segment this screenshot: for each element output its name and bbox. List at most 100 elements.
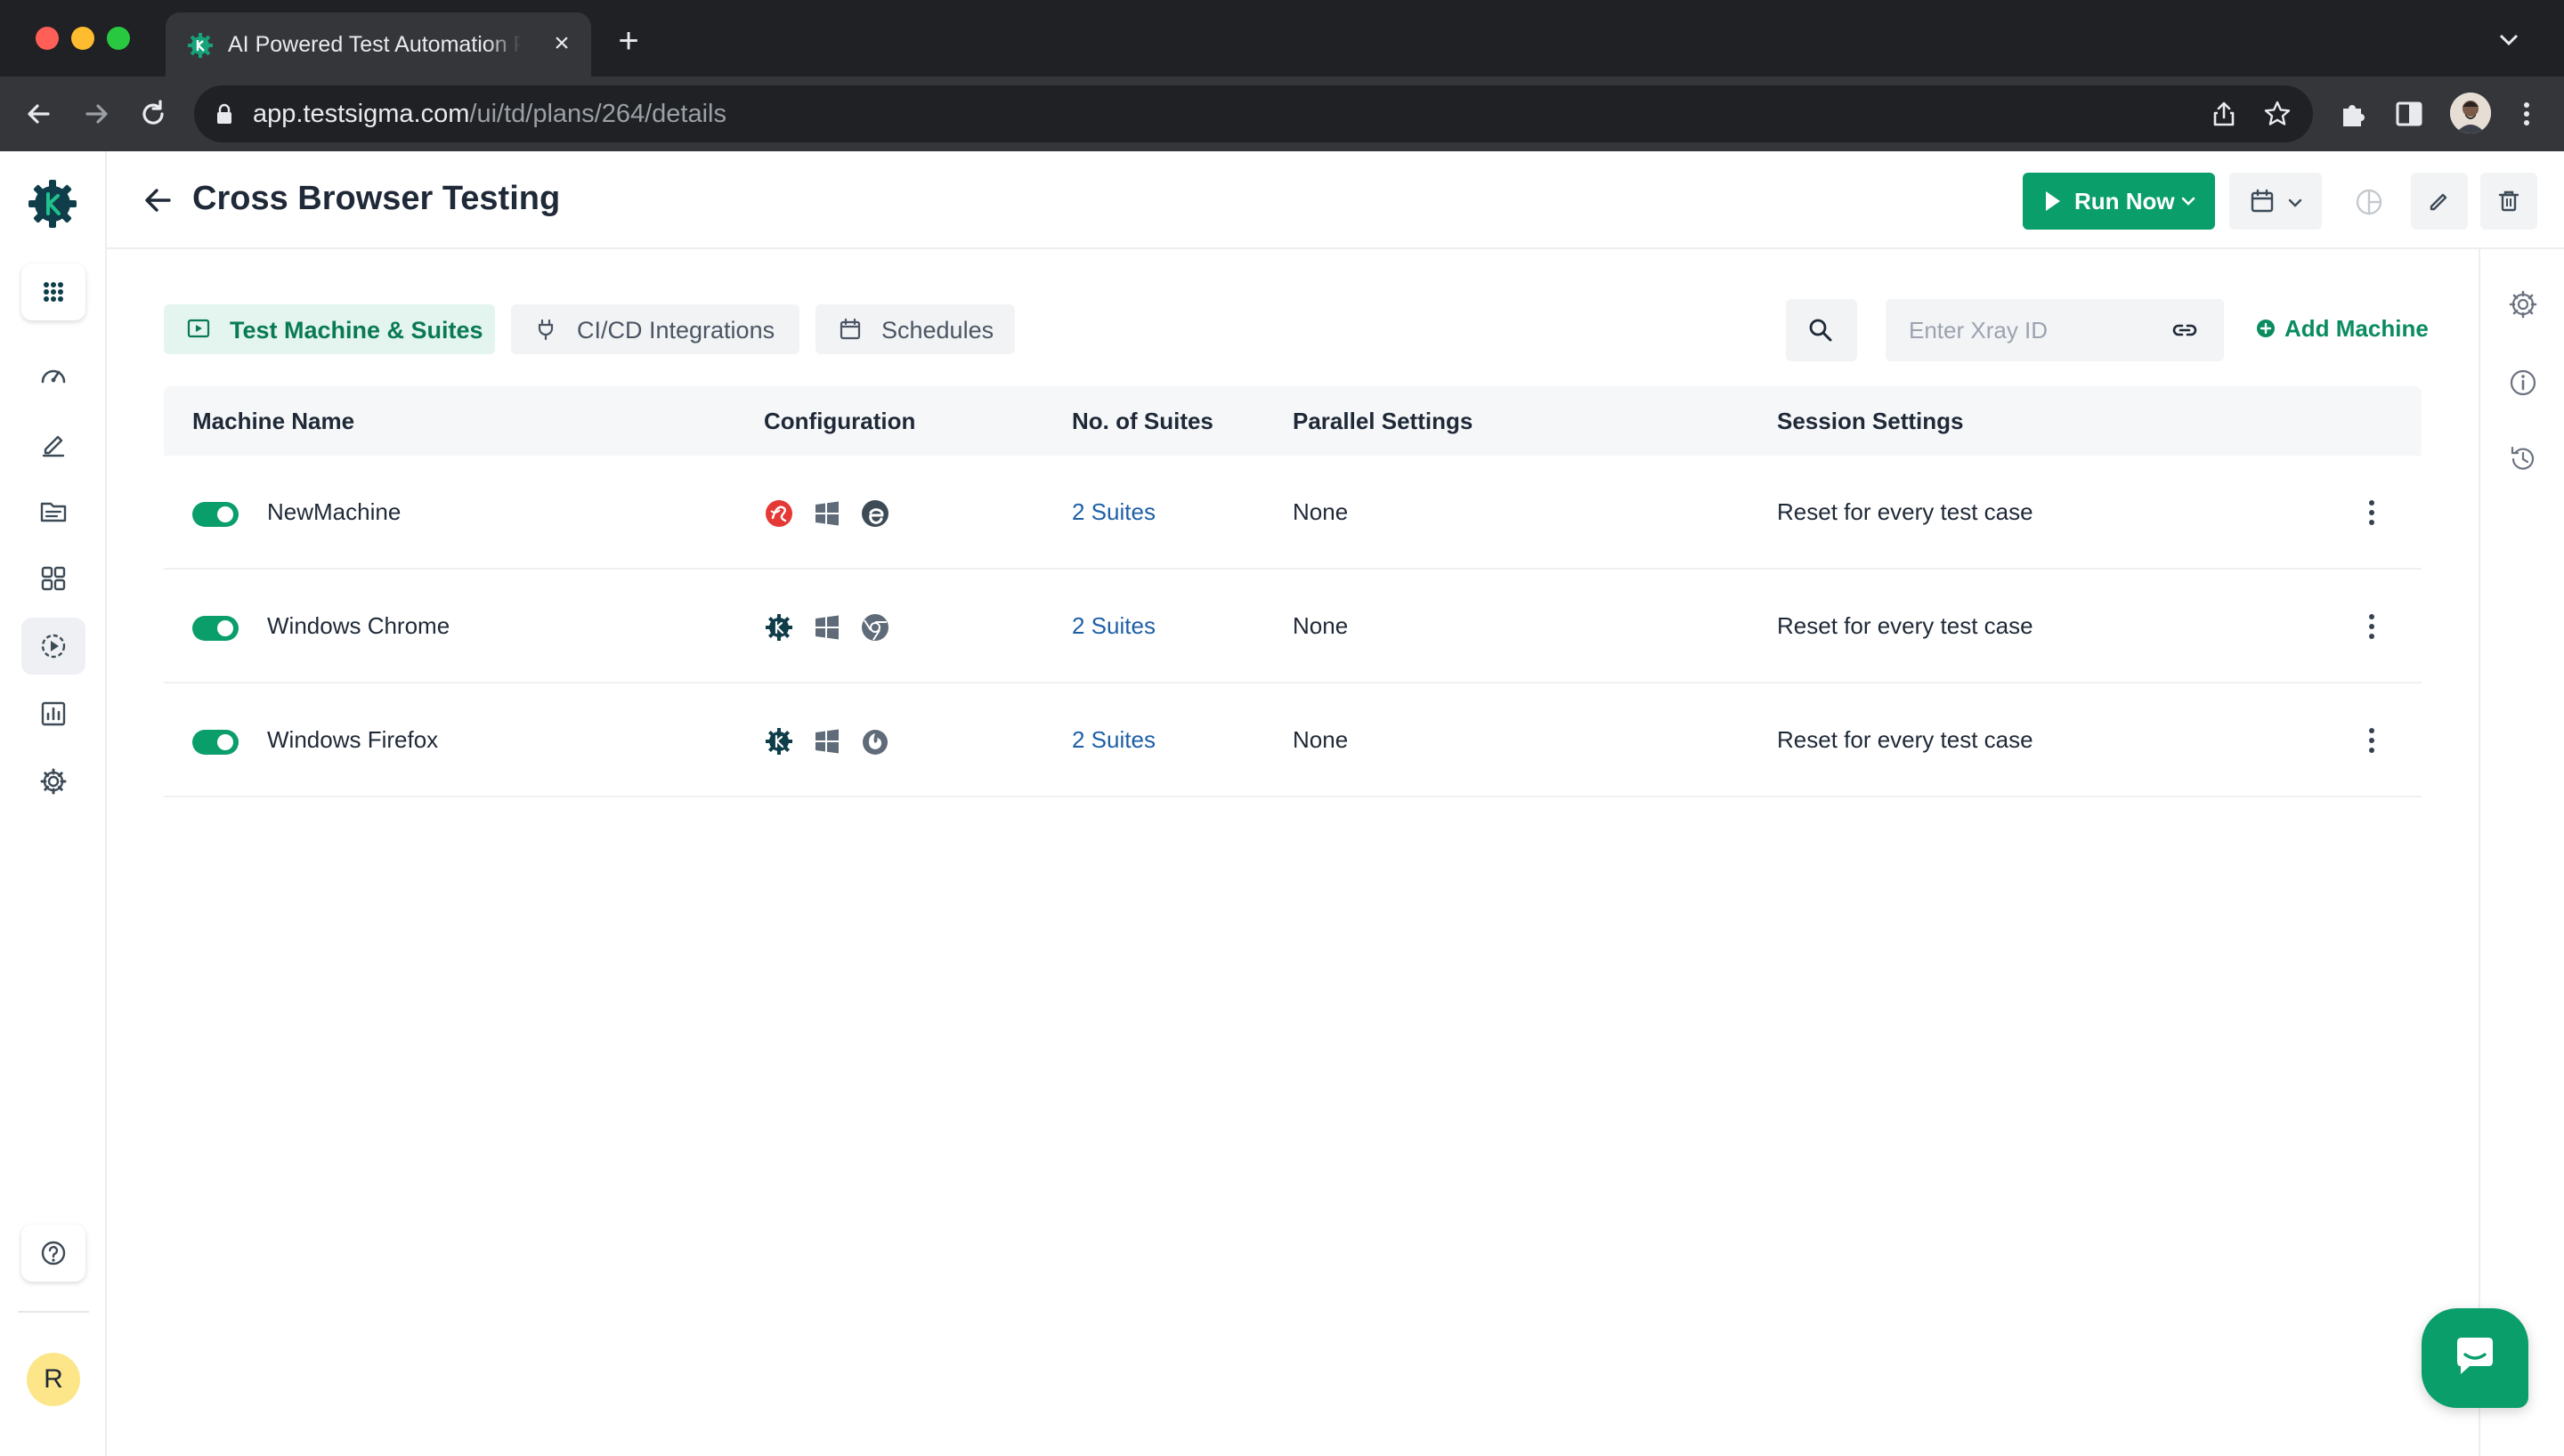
column-header: Parallel Settings (1293, 408, 1473, 434)
plus-circle-icon (2257, 320, 2275, 337)
pencil-icon (2430, 193, 2447, 211)
close-tab-icon[interactable]: × (547, 28, 577, 59)
nav-test-cases[interactable] (21, 415, 85, 472)
close-window-button[interactable] (36, 27, 59, 50)
chevron-down-icon (2288, 198, 2302, 207)
info-icon[interactable] (2507, 367, 2539, 399)
back-arrow-icon[interactable] (139, 182, 176, 219)
table-row[interactable]: Windows Chrome 2 Suites None Reset for e… (164, 570, 2422, 684)
tab-search-chevron-icon[interactable] (2493, 27, 2525, 53)
history-icon[interactable] (2507, 443, 2539, 475)
delete-button[interactable] (2480, 173, 2537, 230)
browser-toolbar: app.testsigma.com/ui/td/plans/264/detail… (0, 77, 2564, 151)
testsigma-logo-icon[interactable] (27, 178, 78, 230)
address-bar[interactable]: app.testsigma.com/ui/td/plans/264/detail… (194, 85, 2313, 142)
table-header: Machine Name Configuration No. of Suites… (164, 386, 2422, 456)
machine-name: Windows Chrome (267, 612, 450, 639)
share-icon[interactable] (2208, 98, 2240, 130)
calendar-icon (2251, 189, 2274, 213)
reload-icon[interactable] (134, 94, 173, 133)
machine-enabled-toggle[interactable] (192, 502, 239, 527)
new-tab-icon[interactable]: + (613, 23, 645, 59)
help-button[interactable] (21, 1225, 85, 1282)
nav-settings[interactable] (21, 753, 85, 810)
run-now-button[interactable]: Run Now (2023, 173, 2215, 230)
column-header: Session Settings (1777, 408, 1964, 434)
page-header: Cross Browser Testing Run Now (107, 151, 2564, 249)
back-icon[interactable] (20, 94, 59, 133)
nav-dashboard[interactable] (21, 347, 85, 404)
minimize-window-button[interactable] (71, 27, 94, 50)
gear-icon (40, 768, 67, 795)
suites-count-link[interactable]: 2 Suites (1072, 498, 1156, 526)
nav-test-data[interactable] (21, 482, 85, 539)
xray-id-input[interactable] (1886, 299, 2153, 361)
table-row[interactable]: Windows Firefox 2 Suites None Reset for … (164, 684, 2422, 797)
page-title: Cross Browser Testing (192, 180, 561, 217)
chevron-down-icon[interactable] (2179, 192, 2197, 210)
row-actions-kebab-icon[interactable] (2361, 495, 2382, 530)
tab-label: CI/CD Integrations (577, 317, 775, 344)
half-circle-icon (2356, 189, 2382, 215)
url-path: /ui/td/plans/264/details (469, 100, 726, 128)
column-header: Configuration (764, 408, 916, 434)
lock-icon[interactable] (215, 103, 233, 125)
left-navigation-rail: R (0, 151, 107, 1456)
folder-icon (40, 502, 67, 522)
suites-count-link[interactable]: 2 Suites (1072, 612, 1156, 640)
link-icon[interactable] (2170, 317, 2199, 344)
tab-schedules[interactable]: Schedules (815, 304, 1015, 354)
trash-icon (2498, 190, 2519, 212)
apps-grid-icon (44, 282, 63, 302)
monitor-play-icon (187, 319, 210, 338)
url-text[interactable]: app.testsigma.com/ui/td/plans/264/detail… (253, 100, 726, 129)
tab-label: Schedules (881, 317, 994, 344)
nav-addons[interactable] (21, 550, 85, 607)
help-question-icon (41, 1241, 66, 1266)
browser-tab[interactable]: AI Powered Test Automation Platform × (166, 12, 591, 77)
windows-icon (815, 501, 839, 526)
machine-name: Windows Firefox (267, 726, 439, 753)
search-button[interactable] (1786, 299, 1857, 361)
windows-icon (815, 729, 839, 754)
browser-chrome: AI Powered Test Automation Platform × + … (0, 0, 2564, 151)
user-avatar[interactable]: R (27, 1353, 80, 1406)
windows-icon (815, 615, 839, 640)
zoom-window-button[interactable] (107, 27, 130, 50)
machine-enabled-toggle[interactable] (192, 616, 239, 641)
firefox-icon (863, 730, 888, 755)
schedule-dropdown-button[interactable] (2229, 173, 2322, 230)
app-root: R Cross Browser Testing Run Now Test Mac… (0, 151, 2564, 1456)
add-machine-label: Add Machine (2284, 315, 2429, 342)
browser-profile-avatar[interactable] (2450, 93, 2491, 133)
column-header: No. of Suites (1072, 408, 1213, 434)
parallel-setting: None (1293, 612, 1349, 639)
chat-support-button[interactable] (2422, 1308, 2528, 1408)
tab-cicd-integrations[interactable]: CI/CD Integrations (511, 304, 799, 354)
suites-count-link[interactable]: 2 Suites (1072, 726, 1156, 754)
calendar-icon (840, 318, 861, 340)
edge-icon (862, 500, 888, 527)
testsigma-lab-icon (766, 728, 792, 755)
machine-enabled-toggle[interactable] (192, 730, 239, 755)
browser-menu-icon[interactable] (2509, 96, 2544, 132)
apps-grid-button[interactable] (21, 263, 85, 320)
tab-test-machine-suites[interactable]: Test Machine & Suites (164, 304, 495, 354)
side-panel-icon[interactable] (2391, 96, 2427, 132)
toggle-status-button[interactable] (2341, 173, 2398, 230)
row-actions-kebab-icon[interactable] (2361, 723, 2382, 758)
testsigma-favicon-icon (188, 33, 213, 58)
machine-name: NewMachine (267, 498, 402, 525)
table-row[interactable]: NewMachine 2 Suites None Reset for every… (164, 456, 2422, 570)
grid-blocks-icon (41, 566, 66, 591)
bookmark-star-icon[interactable] (2261, 98, 2293, 130)
nav-reports[interactable] (21, 685, 85, 742)
run-plan-icon (41, 634, 66, 659)
row-actions-kebab-icon[interactable] (2361, 609, 2382, 644)
nav-test-plans[interactable] (21, 618, 85, 675)
settings-gear-icon[interactable] (2507, 288, 2539, 320)
forward-icon[interactable] (77, 94, 116, 133)
testsigma-lab-icon (766, 614, 792, 641)
extensions-puzzle-icon[interactable] (2336, 96, 2372, 132)
edit-button[interactable] (2411, 173, 2468, 230)
